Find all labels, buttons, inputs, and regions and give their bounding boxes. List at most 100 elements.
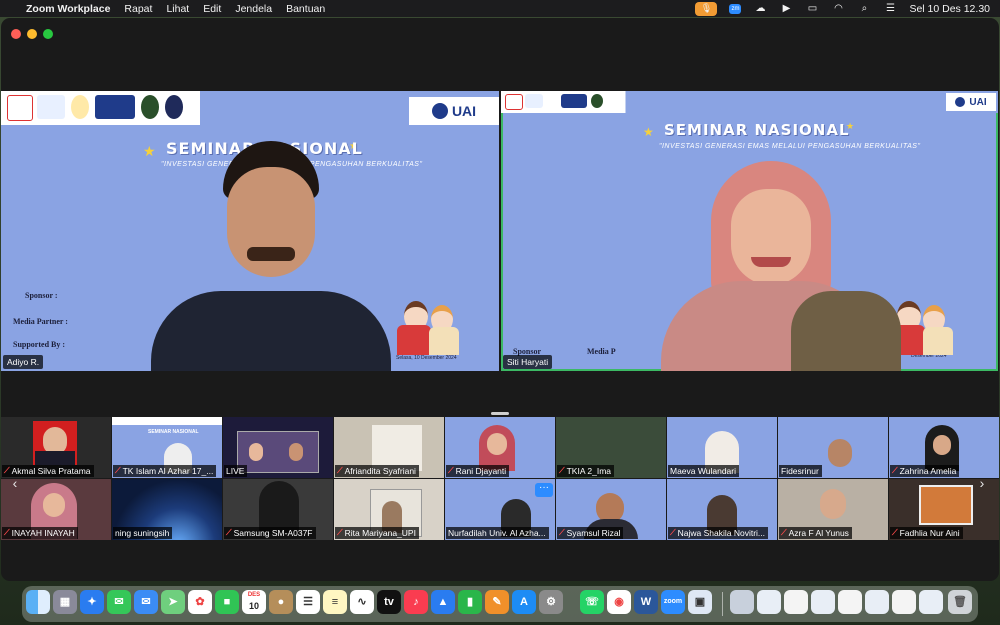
- appletv-icon[interactable]: tv: [377, 590, 401, 614]
- chrome-icon[interactable]: ◉: [607, 590, 631, 614]
- mail-icon[interactable]: ✉: [134, 590, 158, 614]
- participant-tile[interactable]: ⟋ Afriandita Syafriani: [334, 417, 444, 478]
- participant-tile[interactable]: ⟋ Najwa Shakila Novitri...: [667, 479, 777, 540]
- microphone-status-icon[interactable]: 🎙: [695, 1, 718, 16]
- participant-name: Nurfadilah Univ. Al Azha...: [448, 528, 546, 538]
- participant-name: Fidesrinur: [781, 466, 819, 476]
- zoom-menu-icon[interactable]: zm: [729, 3, 742, 14]
- muted-microphone-icon: ⟋: [115, 466, 121, 475]
- participant-tile[interactable]: SEMINAR NASIONAL ⟋ TK Islam Al Azhar 17_.…: [112, 417, 222, 478]
- contacts-icon[interactable]: ●: [269, 590, 293, 614]
- media-partner-label: Media Partner :: [13, 317, 68, 326]
- participant-tile[interactable]: Fidesrinur: [778, 417, 888, 478]
- maps-icon[interactable]: ➤: [161, 590, 185, 614]
- participant-tile[interactable]: ⟋ Rita Mariyana_UPI: [334, 479, 444, 540]
- recent-window-thumbnail[interactable]: [757, 590, 781, 614]
- participant-name: Azra F Al Yunus: [788, 528, 849, 538]
- participant-tile[interactable]: LIVE: [223, 417, 333, 478]
- finder-icon[interactable]: [26, 590, 50, 614]
- participant-tile[interactable]: Maeva Wulandari: [667, 417, 777, 478]
- partner-banner-logo: [561, 94, 587, 108]
- seal-logo: [591, 94, 603, 108]
- muted-microphone-icon: ⟋: [892, 466, 898, 475]
- participant-name: Akmal Silva Pratama: [11, 466, 91, 476]
- muted-microphone-icon: ⟋: [337, 466, 343, 475]
- battery-icon[interactable]: ▭: [805, 3, 819, 14]
- muted-microphone-icon: ⟋: [559, 466, 565, 475]
- recent-window-thumbnail[interactable]: [892, 590, 916, 614]
- cloud-icon[interactable]: ☁: [753, 3, 767, 14]
- appstore-icon[interactable]: A: [512, 590, 536, 614]
- merdeka-belajar-logo: [505, 94, 523, 110]
- notes-icon[interactable]: ≡: [323, 590, 347, 614]
- participant-name: ning suningsih: [115, 528, 170, 538]
- supported-by-label: Supported By :: [13, 340, 66, 349]
- menu-bar: Zoom Workplace Rapat Lihat Edit Jendela …: [0, 0, 1000, 17]
- menu-jendela[interactable]: Jendela: [235, 3, 272, 15]
- preview-icon[interactable]: ▣: [688, 590, 712, 614]
- participant-tile[interactable]: ⟋ Rani Djayanti: [445, 417, 555, 478]
- zoom-icon[interactable]: zoom: [661, 590, 685, 614]
- menu-rapat[interactable]: Rapat: [124, 3, 152, 15]
- recent-window-thumbnail[interactable]: [784, 590, 808, 614]
- search-icon[interactable]: ⌕: [857, 3, 871, 14]
- active-speaker-video-tile[interactable]: UAI ★ ★ SEMINAR NASIONAL "INVESTASI GENE…: [501, 91, 998, 371]
- participant-name: Rita Mariyana_UPI: [344, 528, 416, 538]
- participant-name: Fadhlia Nur Aini: [899, 528, 960, 538]
- recent-window-thumbnail[interactable]: [730, 590, 754, 614]
- freeform-icon[interactable]: ∿: [350, 590, 374, 614]
- participant-name: LIVE: [226, 466, 245, 476]
- participant-tile[interactable]: ⟋ TKIA 2_Ima: [556, 417, 666, 478]
- recent-window-thumbnail[interactable]: [865, 590, 889, 614]
- gallery-next-arrow-icon[interactable]: ›: [976, 475, 988, 491]
- muted-microphone-icon: ⟋: [892, 528, 898, 537]
- participant-video: [151, 141, 391, 371]
- numbers-icon[interactable]: ▮: [458, 590, 482, 614]
- speaker-video-tile[interactable]: UAI ★ ★ SEMINAR NASIONAL "INVESTASI GENE…: [1, 91, 499, 371]
- participant-tile[interactable]: ⟋ Akmal Silva Pratama: [1, 417, 111, 478]
- recent-window-thumbnail[interactable]: [919, 590, 943, 614]
- minimize-window-button[interactable]: [27, 29, 37, 39]
- play-icon[interactable]: ▶: [779, 3, 793, 14]
- participant-name: Maeva Wulandari: [670, 466, 736, 476]
- participant-name: Najwa Shakila Novitri...: [677, 528, 765, 538]
- participant-tile[interactable]: ⟋ Syamsul Rizal: [556, 479, 666, 540]
- settings-icon[interactable]: ⚙: [539, 590, 563, 614]
- participant-video: [621, 161, 921, 371]
- pages-icon[interactable]: ✎: [485, 590, 509, 614]
- app-menu[interactable]: Zoom Workplace: [26, 3, 110, 15]
- participant-tile[interactable]: ⟋ Azra F Al Yunus: [778, 479, 888, 540]
- menu-bantuan[interactable]: Bantuan: [286, 3, 325, 15]
- keynote-icon[interactable]: ▲: [431, 590, 455, 614]
- menu-lihat[interactable]: Lihat: [166, 3, 189, 15]
- resize-handle[interactable]: [491, 412, 509, 415]
- facetime-icon[interactable]: ■: [215, 590, 239, 614]
- close-window-button[interactable]: [11, 29, 21, 39]
- word-icon[interactable]: W: [634, 590, 658, 614]
- whatsapp-icon[interactable]: ☏: [580, 590, 604, 614]
- fullscreen-window-button[interactable]: [43, 29, 53, 39]
- gallery-prev-arrow-icon[interactable]: ‹: [9, 475, 21, 491]
- participant-tile[interactable]: ning suningsih: [112, 479, 222, 540]
- launchpad-icon[interactable]: ▦: [53, 590, 77, 614]
- dock-separator: [722, 592, 723, 616]
- recent-window-thumbnail[interactable]: [838, 590, 862, 614]
- control-center-icon[interactable]: ☰: [883, 3, 897, 14]
- calendar-icon[interactable]: DES 10: [242, 590, 266, 614]
- music-icon[interactable]: ♪: [404, 590, 428, 614]
- menubar-clock[interactable]: Sel 10 Des 12.30: [909, 3, 990, 15]
- wifi-icon[interactable]: ◠: [831, 3, 845, 14]
- trash-icon[interactable]: 🗑: [948, 590, 972, 614]
- participant-name: TK Islam Al Azhar 17_...: [122, 466, 214, 476]
- photos-icon[interactable]: ✿: [188, 590, 212, 614]
- safari-icon[interactable]: ✦: [80, 590, 104, 614]
- participant-tile[interactable]: ⟋ Zahrina Amelia: [889, 417, 999, 478]
- more-options-button[interactable]: ···: [535, 483, 553, 497]
- messages-icon[interactable]: ✉: [107, 590, 131, 614]
- recent-window-thumbnail[interactable]: [811, 590, 835, 614]
- media-partner-label: Media P: [587, 347, 616, 356]
- participant-name: TKIA 2_Ima: [566, 466, 612, 476]
- menu-edit[interactable]: Edit: [203, 3, 221, 15]
- reminders-icon[interactable]: ☰: [296, 590, 320, 614]
- participant-tile[interactable]: ⟋ Samsung SM-A037F: [223, 479, 333, 540]
